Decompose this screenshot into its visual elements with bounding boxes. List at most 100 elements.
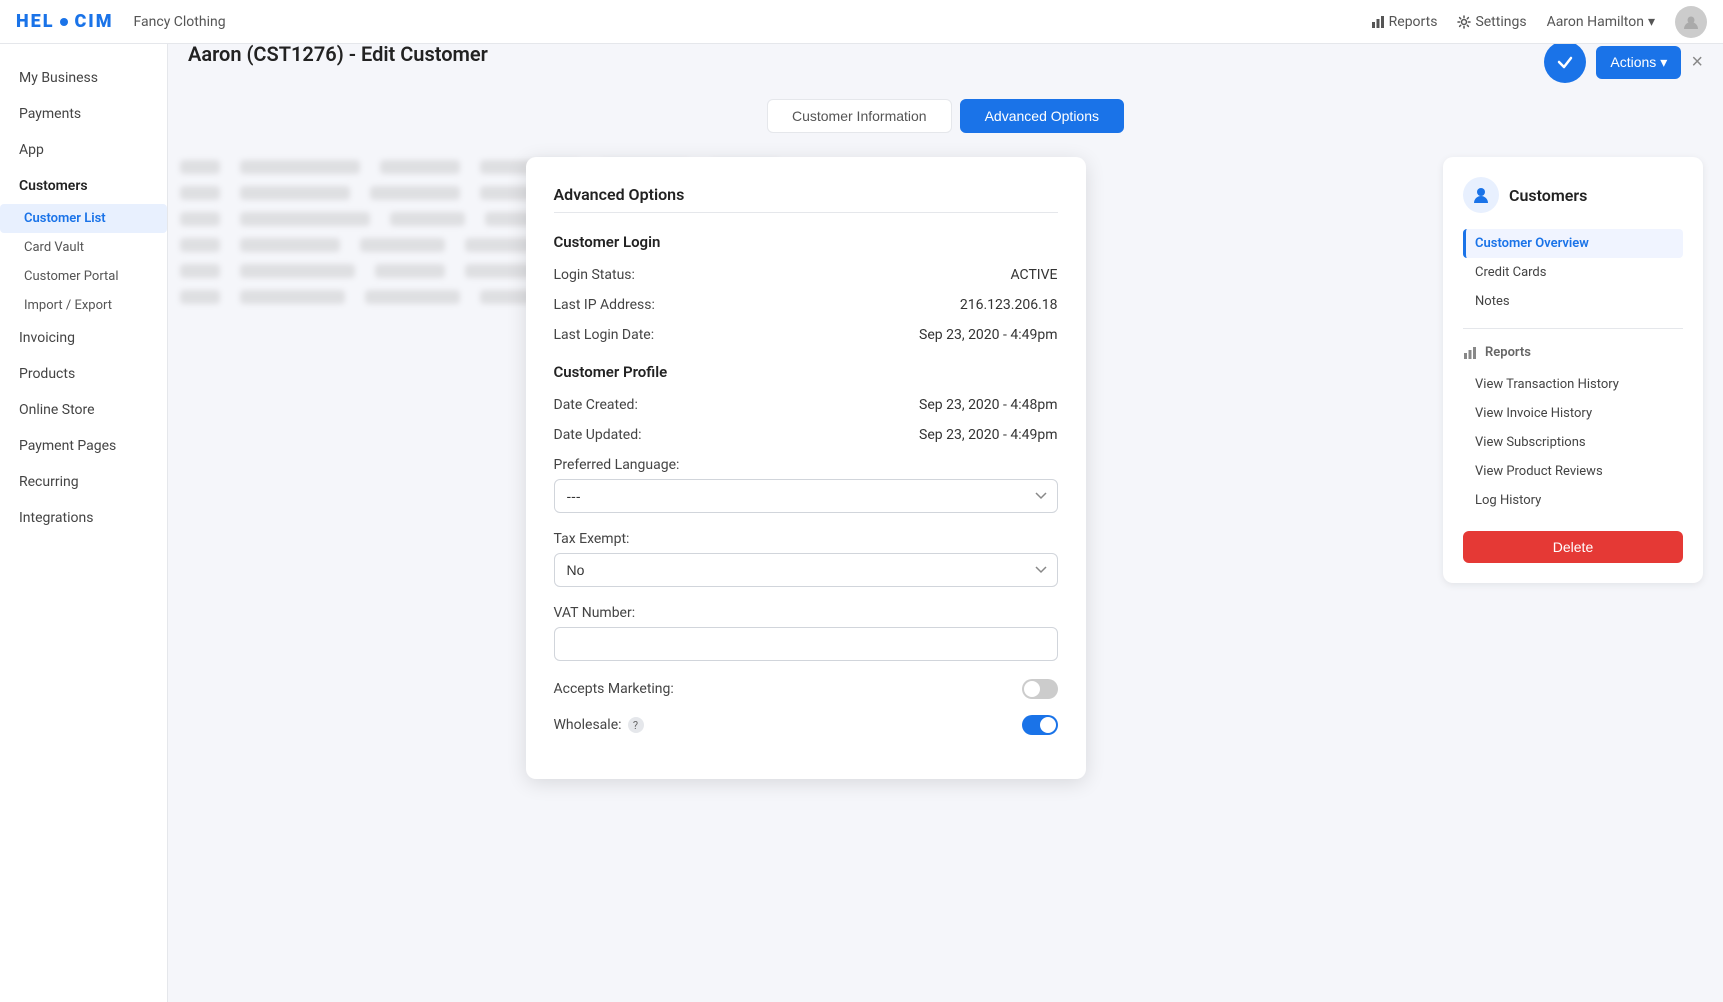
rs-divider [1463, 328, 1683, 329]
login-status-value: ACTIVE [1010, 267, 1057, 283]
preferred-language-group: Preferred Language: --- English French S… [554, 457, 1058, 513]
rs-link-notes[interactable]: Notes [1463, 287, 1683, 316]
logo-dot [60, 18, 68, 26]
chevron-down-icon: ▾ [1648, 14, 1655, 30]
wholesale-label: Wholesale: ? [554, 717, 644, 733]
actions-chevron-icon: ▾ [1660, 54, 1667, 71]
last-ip-row: Last IP Address: 216.123.206.18 [554, 297, 1058, 313]
accepts-marketing-row: Accepts Marketing: [554, 679, 1058, 699]
sidebar-label-payment-pages: Payment Pages [19, 438, 116, 454]
sidebar-item-customer-portal[interactable]: Customer Portal [0, 262, 167, 291]
reports-section-icon [1463, 346, 1477, 360]
rs-link-customer-overview[interactable]: Customer Overview [1463, 229, 1683, 258]
sidebar-item-my-business[interactable]: My Business [0, 60, 167, 96]
delete-label: Delete [1553, 539, 1593, 555]
header-actions: Actions ▾ × [1544, 41, 1703, 83]
accepts-marketing-label: Accepts Marketing: [554, 681, 674, 697]
sidebar-label-recurring: Recurring [19, 474, 79, 490]
sidebar-label-customer-list: Customer List [24, 211, 106, 226]
accepts-marketing-knob [1024, 681, 1040, 697]
reports-link[interactable]: Reports [1371, 14, 1438, 30]
sidebar-item-invoicing[interactable]: Invoicing [0, 320, 167, 356]
delete-button[interactable]: Delete [1463, 531, 1683, 563]
customers-icon [1463, 177, 1499, 213]
rs-link-log-history[interactable]: Log History [1463, 486, 1683, 515]
login-status-row: Login Status: ACTIVE [554, 267, 1058, 283]
rs-label-credit-cards: Credit Cards [1475, 265, 1546, 280]
save-button[interactable] [1544, 41, 1586, 83]
wholesale-help-icon[interactable]: ? [628, 717, 644, 733]
last-ip-value: 216.123.206.18 [960, 297, 1058, 313]
sidebar-item-import-export[interactable]: Import / Export [0, 291, 167, 320]
rs-label-transaction-history: View Transaction History [1475, 377, 1619, 392]
logo: HEL CIM [16, 11, 114, 32]
sidebar-item-products[interactable]: Products [0, 356, 167, 392]
right-sidebar-card: Customers Customer Overview Credit Cards… [1443, 157, 1703, 583]
rs-label-log-history: Log History [1475, 493, 1541, 508]
tab-bar: Customer Information Advanced Options [188, 99, 1703, 133]
logo-text: HEL [16, 11, 54, 32]
rs-link-view-product-reviews[interactable]: View Product Reviews [1463, 457, 1683, 486]
rs-label-product-reviews: View Product Reviews [1475, 464, 1603, 479]
last-login-value: Sep 23, 2020 - 4:49pm [919, 327, 1057, 343]
sidebar-label-customers: Customers [19, 178, 88, 194]
actions-button[interactable]: Actions ▾ [1596, 46, 1681, 79]
sidebar-label-payments: Payments [19, 106, 81, 122]
sidebar-item-card-vault[interactable]: Card Vault [0, 233, 167, 262]
rs-reports-label: Reports [1485, 345, 1531, 360]
rs-reports-section: Reports [1463, 345, 1683, 360]
gear-icon [1457, 15, 1471, 29]
tax-exempt-select[interactable]: No Yes [554, 553, 1058, 587]
last-login-row: Last Login Date: Sep 23, 2020 - 4:49pm [554, 327, 1058, 343]
wholesale-toggle[interactable] [1022, 715, 1058, 735]
sidebar: My Business Payments App Customers Custo… [0, 44, 168, 1002]
sidebar-label-online-store: Online Store [19, 402, 95, 418]
tab-customer-information[interactable]: Customer Information [767, 99, 952, 133]
sidebar-item-recurring[interactable]: Recurring [0, 464, 167, 500]
rs-link-view-invoice-history[interactable]: View Invoice History [1463, 399, 1683, 428]
person-icon [1471, 185, 1491, 205]
tax-exempt-group: Tax Exempt: No Yes [554, 531, 1058, 587]
user-menu[interactable]: Aaron Hamilton ▾ [1547, 14, 1655, 30]
sidebar-label-my-business: My Business [19, 70, 98, 86]
rs-header: Customers [1463, 177, 1683, 213]
rs-link-credit-cards[interactable]: Credit Cards [1463, 258, 1683, 287]
login-status-label: Login Status: [554, 267, 635, 283]
login-section-title: Customer Login [554, 233, 1058, 251]
vat-number-input[interactable] [554, 627, 1058, 661]
rs-label-customer-overview: Customer Overview [1475, 236, 1589, 251]
close-button[interactable]: × [1691, 51, 1703, 74]
sidebar-item-payments[interactable]: Payments [0, 96, 167, 132]
advanced-options-card: Advanced Options Customer Login Login St… [526, 157, 1086, 779]
date-created-value: Sep 23, 2020 - 4:48pm [919, 397, 1057, 413]
save-icon [1556, 53, 1574, 71]
sidebar-item-app[interactable]: App [0, 132, 167, 168]
rs-label-subscriptions: View Subscriptions [1475, 435, 1586, 450]
sidebar-label-import-export: Import / Export [24, 298, 112, 313]
accepts-marketing-toggle[interactable] [1022, 679, 1058, 699]
right-sidebar: Customers Customer Overview Credit Cards… [1443, 157, 1703, 779]
sidebar-item-integrations[interactable]: Integrations [0, 500, 167, 536]
settings-link[interactable]: Settings [1457, 14, 1526, 30]
date-updated-row: Date Updated: Sep 23, 2020 - 4:49pm [554, 427, 1058, 443]
modal-divider [554, 212, 1058, 213]
user-avatar[interactable] [1675, 6, 1707, 38]
date-updated-value: Sep 23, 2020 - 4:49pm [919, 427, 1057, 443]
vat-number-label: VAT Number: [554, 605, 1058, 621]
date-created-label: Date Created: [554, 397, 638, 413]
preferred-language-label: Preferred Language: [554, 457, 1058, 473]
sidebar-item-customers[interactable]: Customers [0, 168, 167, 204]
sidebar-label-app: App [19, 142, 44, 158]
rs-link-view-transaction-history[interactable]: View Transaction History [1463, 370, 1683, 399]
rs-link-view-subscriptions[interactable]: View Subscriptions [1463, 428, 1683, 457]
profile-section-title: Customer Profile [554, 363, 1058, 381]
sidebar-label-integrations: Integrations [19, 510, 93, 526]
sidebar-item-customer-list[interactable]: Customer List [0, 204, 167, 233]
sidebar-item-online-store[interactable]: Online Store [0, 392, 167, 428]
preferred-language-select[interactable]: --- English French Spanish [554, 479, 1058, 513]
tax-exempt-label: Tax Exempt: [554, 531, 1058, 547]
tab-advanced-options[interactable]: Advanced Options [960, 99, 1124, 133]
top-nav: HEL CIM Fancy Clothing Reports Settings … [0, 0, 1723, 44]
user-name: Aaron Hamilton [1547, 14, 1644, 30]
sidebar-item-payment-pages[interactable]: Payment Pages [0, 428, 167, 464]
